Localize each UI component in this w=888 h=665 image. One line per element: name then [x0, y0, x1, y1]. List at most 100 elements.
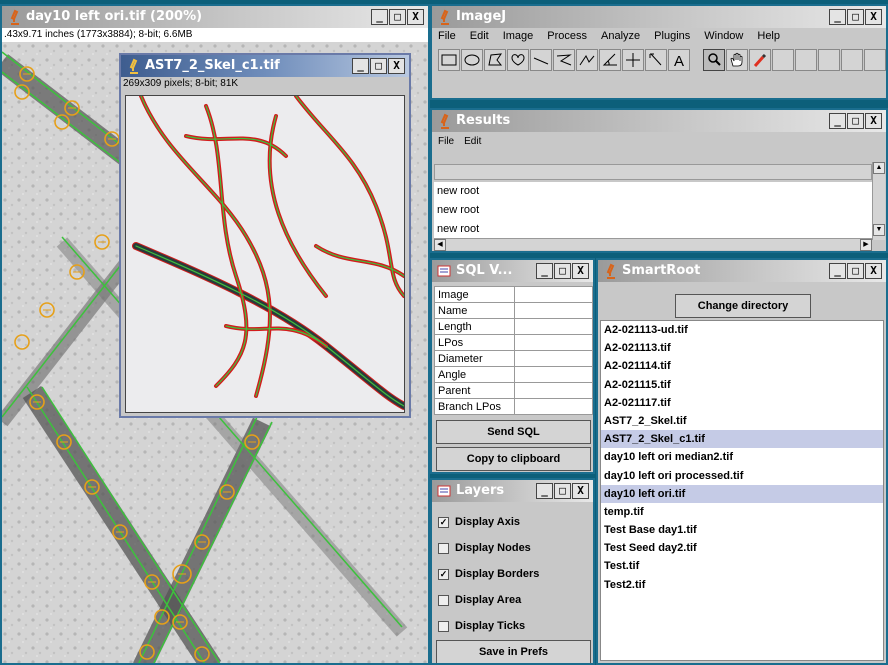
oval-tool[interactable]	[461, 49, 483, 71]
maximize-button[interactable]: □	[370, 58, 387, 74]
list-item[interactable]: A2-021113-ud.tif	[601, 321, 883, 339]
close-button[interactable]: X	[865, 113, 882, 129]
sql-field-value[interactable]	[514, 382, 593, 399]
minimize-button[interactable]: _	[829, 113, 846, 129]
menu-edit[interactable]: Edit	[464, 136, 481, 147]
sql-window[interactable]: SQL V... _ □ X Image Name Length LPos Di…	[430, 258, 595, 474]
minimize-button[interactable]: _	[536, 263, 553, 279]
display-borders-option[interactable]: ✓ Display Borders	[438, 568, 539, 580]
list-item[interactable]: A2-021113.tif	[601, 339, 883, 357]
scroll-right-arrow[interactable]: ▶	[860, 239, 872, 251]
sql-field-value[interactable]	[514, 318, 593, 335]
vertical-scrollbar[interactable]: ▲ ▼	[872, 162, 885, 240]
checkbox-checked[interactable]: ✓	[438, 568, 449, 580]
maximize-button[interactable]: □	[389, 9, 406, 25]
menu-help[interactable]: Help	[757, 30, 780, 42]
skel-image-window[interactable]: AST7_2_Skel_c1.tif _ □ X 269x309 pixels;…	[119, 53, 411, 418]
menu-edit[interactable]: Edit	[470, 30, 489, 42]
point-tool[interactable]	[622, 49, 644, 71]
list-item[interactable]: temp.tif	[601, 503, 883, 521]
maximize-button[interactable]: □	[847, 263, 864, 279]
list-item[interactable]: Test Seed day2.tif	[601, 539, 883, 557]
maximize-button[interactable]: □	[847, 9, 864, 25]
results-window[interactable]: Results _ □ X File Edit new root new roo…	[430, 108, 888, 253]
line-tool[interactable]	[530, 49, 552, 71]
minimize-button[interactable]: _	[829, 263, 846, 279]
rectangle-tool[interactable]	[438, 49, 460, 71]
checkbox-unchecked[interactable]	[438, 620, 449, 632]
table-row[interactable]: new root	[434, 201, 872, 220]
display-nodes-option[interactable]: Display Nodes	[438, 542, 531, 554]
polygon-tool[interactable]	[484, 49, 506, 71]
close-button[interactable]: X	[388, 58, 405, 74]
list-item-selected[interactable]: AST7_2_Skel_c1.tif	[601, 430, 883, 449]
sql-field-value[interactable]	[514, 286, 593, 303]
list-item[interactable]: A2-021114.tif	[601, 357, 883, 375]
list-item[interactable]: A2-021115.tif	[601, 376, 883, 394]
minimize-button[interactable]: _	[371, 9, 388, 25]
close-button[interactable]: X	[407, 9, 424, 25]
close-button[interactable]: X	[865, 263, 882, 279]
wand-tool[interactable]	[645, 49, 667, 71]
list-item-selected[interactable]: day10 left ori.tif	[601, 484, 883, 503]
send-sql-button[interactable]: Send SQL	[436, 420, 591, 444]
list-item[interactable]: Test.tif	[601, 557, 883, 575]
minimize-button[interactable]: _	[536, 483, 553, 499]
maximize-button[interactable]: □	[554, 263, 571, 279]
scroll-left-arrow[interactable]: ◀	[434, 239, 446, 251]
close-button[interactable]: X	[572, 483, 589, 499]
main-image-titlebar[interactable]: day10 left ori.tif (200%) _ □ X	[2, 6, 428, 28]
list-item[interactable]: day10 left ori processed.tif	[601, 467, 883, 485]
sql-field-value[interactable]	[514, 302, 593, 319]
smartroot-window[interactable]: SmartRoot _ □ X Change directory A2-0211…	[596, 258, 888, 665]
sql-titlebar[interactable]: SQL V... _ □ X	[432, 260, 593, 282]
sql-field-value[interactable]	[514, 366, 593, 383]
minimize-button[interactable]: _	[352, 58, 369, 74]
list-item[interactable]: day10 left ori median2.tif	[601, 448, 883, 466]
table-row[interactable]: new root	[434, 182, 872, 201]
smartroot-titlebar[interactable]: SmartRoot _ □ X	[598, 260, 886, 282]
minimize-button[interactable]: _	[829, 9, 846, 25]
close-button[interactable]: X	[572, 263, 589, 279]
checkbox-checked[interactable]: ✓	[438, 516, 449, 528]
menu-image[interactable]: Image	[503, 30, 534, 42]
sql-field-value[interactable]	[514, 398, 593, 415]
list-item[interactable]: Test Base day1.tif	[601, 521, 883, 539]
sql-field-value[interactable]	[514, 334, 593, 351]
list-item[interactable]: A2-021117.tif	[601, 394, 883, 412]
menu-file[interactable]: File	[438, 136, 454, 147]
copy-to-clipboard-button[interactable]: Copy to clipboard	[436, 447, 591, 471]
scroll-up-arrow[interactable]: ▲	[873, 162, 885, 174]
segmented-line-tool[interactable]	[553, 49, 575, 71]
file-list[interactable]: A2-021113-ud.tif A2-021113.tif A2-021114…	[600, 320, 884, 661]
save-in-prefs-button[interactable]: Save in Prefs	[436, 640, 591, 663]
imagej-titlebar[interactable]: ImageJ _ □ X	[432, 6, 886, 28]
menu-analyze[interactable]: Analyze	[601, 30, 640, 42]
layers-window[interactable]: Layers _ □ X ✓ Display Axis Display Node…	[430, 478, 595, 665]
checkbox-unchecked[interactable]	[438, 594, 449, 606]
menu-process[interactable]: Process	[547, 30, 587, 42]
sql-field-value[interactable]	[514, 350, 593, 367]
menu-window[interactable]: Window	[704, 30, 743, 42]
menu-file[interactable]: File	[438, 30, 456, 42]
table-row[interactable]: new root	[434, 220, 872, 239]
menu-plugins[interactable]: Plugins	[654, 30, 690, 42]
hand-tool[interactable]	[726, 49, 748, 71]
change-directory-button[interactable]: Change directory	[675, 294, 811, 318]
display-ticks-option[interactable]: Display Ticks	[438, 620, 525, 632]
maximize-button[interactable]: □	[847, 113, 864, 129]
skel-titlebar[interactable]: AST7_2_Skel_c1.tif _ □ X	[121, 55, 409, 77]
imagej-window[interactable]: ImageJ _ □ X File Edit Image Process Ana…	[430, 4, 888, 100]
list-item[interactable]: Test2.tif	[601, 576, 883, 594]
results-titlebar[interactable]: Results _ □ X	[432, 110, 886, 132]
freehand-tool[interactable]	[507, 49, 529, 71]
angle-tool[interactable]	[599, 49, 621, 71]
maximize-button[interactable]: □	[554, 483, 571, 499]
horizontal-scrollbar[interactable]: ◀ ▶	[434, 238, 872, 251]
text-tool[interactable]: A	[668, 49, 690, 71]
layers-titlebar[interactable]: Layers _ □ X	[432, 480, 593, 502]
scroll-down-arrow[interactable]: ▼	[873, 224, 885, 236]
magnifier-tool[interactable]	[703, 49, 725, 71]
display-area-option[interactable]: Display Area	[438, 594, 521, 606]
display-axis-option[interactable]: ✓ Display Axis	[438, 516, 520, 528]
